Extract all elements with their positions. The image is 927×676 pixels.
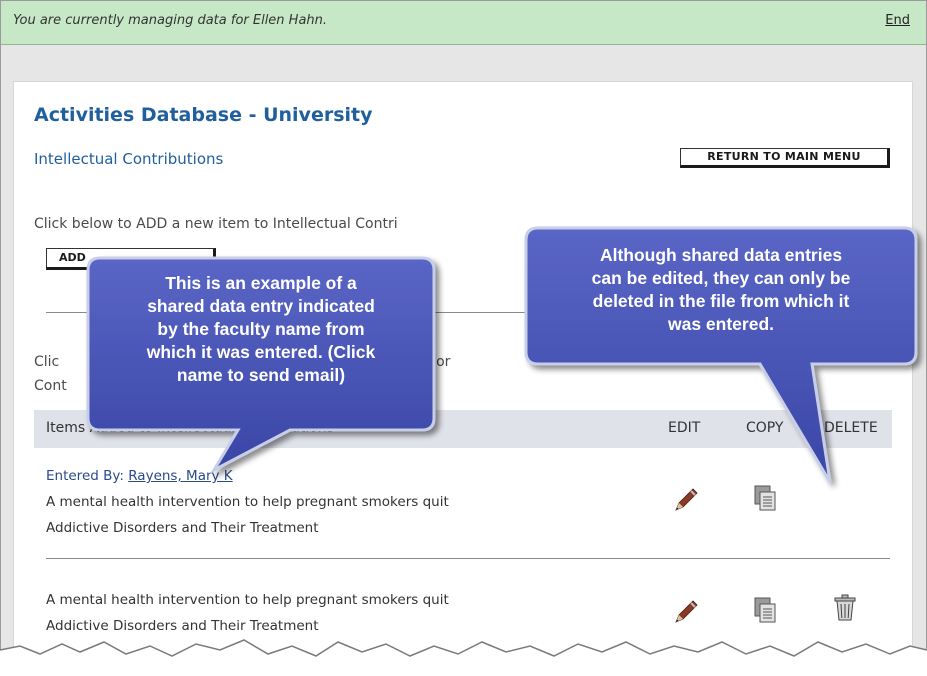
item-title: A mental health intervention to help pre…: [46, 494, 449, 510]
trash-icon[interactable]: [832, 594, 858, 622]
callout-line: was entered.: [667, 314, 775, 334]
section-title: Intellectual Contributions: [34, 150, 224, 168]
items-table-header: Items Added to Intellectual Contribution…: [34, 410, 892, 448]
database-title: Activities Database - University: [34, 104, 373, 126]
entered-by-label: Entered By:: [46, 468, 129, 484]
edit-column-header: EDIT: [668, 420, 701, 436]
callout-line: shared data entry indicated: [147, 296, 375, 316]
right-callout-text: Although shared data entries can be edit…: [530, 244, 912, 336]
torn-edge-decoration: [0, 639, 927, 676]
copy-column-header: COPY: [746, 420, 784, 436]
left-callout-text: This is an example of a shared data entr…: [92, 272, 430, 387]
item-title: A mental health intervention to help pre…: [46, 592, 449, 608]
add-instruction: Click below to ADD a new item to Intelle…: [34, 216, 398, 232]
callout-line: by the faculty name from: [157, 319, 365, 339]
callout-line: name to send email): [176, 365, 346, 385]
callout-line: which it was entered. (Click: [146, 342, 376, 362]
item-journal: Addictive Disorders and Their Treatment: [46, 520, 319, 536]
entered-by-line: Entered By: Rayens, Mary K: [46, 468, 233, 484]
list-instruction-line2: Cont: [34, 378, 67, 394]
callout-line: This is an example of a: [165, 273, 357, 293]
add-item-button[interactable]: ADD: [46, 248, 216, 270]
pencil-icon[interactable]: [672, 486, 698, 514]
items-column-header: Items Added to Intellectual Contribution…: [46, 420, 334, 436]
callout-line: Although shared data entries: [599, 245, 843, 265]
list-instruction-start: Clic: [34, 354, 60, 370]
managing-notice-bar: You are currently managing data for Elle…: [1, 1, 926, 45]
callout-line: deleted in the file from which it: [592, 291, 850, 311]
row-divider: [46, 558, 890, 559]
return-to-main-menu-button[interactable]: RETURN TO MAIN MENU: [680, 148, 890, 168]
callout-line: can be edited, they can only be: [591, 268, 851, 288]
managing-notice-text: You are currently managing data for Elle…: [13, 13, 328, 28]
copy-icon[interactable]: [752, 484, 778, 512]
entered-by-name-link[interactable]: Rayens, Mary K: [128, 468, 232, 484]
end-link[interactable]: End: [885, 13, 910, 28]
delete-column-header: DELETE: [824, 420, 878, 436]
